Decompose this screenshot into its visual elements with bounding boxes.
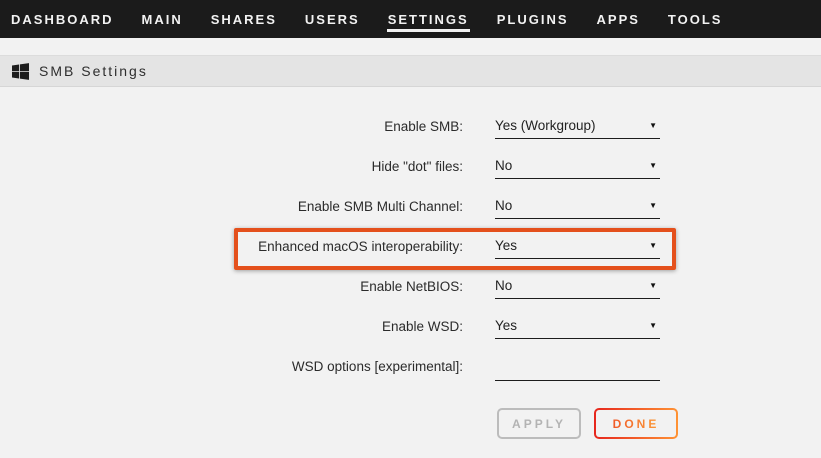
form-row-wsd-options: WSD options [experimental]: bbox=[0, 347, 821, 387]
form-row-enable-netbios: Enable NetBIOS: No ▼ bbox=[0, 267, 821, 307]
done-button-label: DONE bbox=[613, 417, 660, 431]
select-value: No bbox=[495, 278, 512, 293]
hide-dot-files-select[interactable]: No ▼ bbox=[495, 153, 660, 179]
form-row-enable-smb: Enable SMB: Yes (Workgroup) ▼ bbox=[0, 107, 821, 147]
nav-item-shares[interactable]: SHARES bbox=[210, 9, 278, 32]
apply-button[interactable]: APPLY bbox=[497, 408, 581, 439]
form-buttons: APPLY DONE bbox=[497, 408, 821, 439]
dropdown-arrow-icon: ▼ bbox=[649, 281, 657, 290]
field-label: Enable NetBIOS: bbox=[0, 267, 463, 307]
enable-smb-multi-channel-select[interactable]: No ▼ bbox=[495, 193, 660, 219]
form-row-hide-dot-files: Hide "dot" files: No ▼ bbox=[0, 147, 821, 187]
enable-netbios-select[interactable]: No ▼ bbox=[495, 273, 660, 299]
nav-item-apps[interactable]: APPS bbox=[596, 9, 641, 32]
nav-item-plugins[interactable]: PLUGINS bbox=[496, 9, 570, 32]
nav-item-dashboard[interactable]: DASHBOARD bbox=[10, 9, 115, 32]
form-row-smb-multi-channel: Enable SMB Multi Channel: No ▼ bbox=[0, 187, 821, 227]
dropdown-arrow-icon: ▼ bbox=[649, 201, 657, 210]
field-label: Enable SMB: bbox=[0, 107, 463, 147]
nav-item-main[interactable]: MAIN bbox=[141, 9, 184, 32]
select-value: Yes bbox=[495, 238, 517, 253]
dropdown-arrow-icon: ▼ bbox=[649, 161, 657, 170]
select-value: No bbox=[495, 158, 512, 173]
dropdown-arrow-icon: ▼ bbox=[649, 241, 657, 250]
field-label: Hide "dot" files: bbox=[0, 147, 463, 187]
form-row-enhanced-macos-interop: Enhanced macOS interoperability: Yes ▼ bbox=[0, 227, 821, 267]
dropdown-arrow-icon: ▼ bbox=[649, 121, 657, 130]
nav-item-settings[interactable]: SETTINGS bbox=[387, 9, 470, 32]
page-title-bar: SMB Settings bbox=[0, 55, 821, 87]
enhanced-macos-interoperability-select[interactable]: Yes ▼ bbox=[495, 233, 660, 259]
select-value: Yes bbox=[495, 318, 517, 333]
top-nav-bar: DASHBOARD MAIN SHARES USERS SETTINGS PLU… bbox=[0, 0, 821, 38]
field-label: Enable WSD: bbox=[0, 307, 463, 347]
smb-settings-form: Enable SMB: Yes (Workgroup) ▼ Hide "dot"… bbox=[0, 87, 821, 439]
page-title: SMB Settings bbox=[39, 63, 148, 79]
form-row-enable-wsd: Enable WSD: Yes ▼ bbox=[0, 307, 821, 347]
nav-item-tools[interactable]: TOOLS bbox=[667, 9, 724, 32]
windows-icon bbox=[12, 63, 29, 80]
enable-wsd-select[interactable]: Yes ▼ bbox=[495, 313, 660, 339]
select-value: Yes (Workgroup) bbox=[495, 118, 596, 133]
field-label: Enhanced macOS interoperability: bbox=[0, 227, 463, 267]
enable-smb-select[interactable]: Yes (Workgroup) ▼ bbox=[495, 113, 660, 139]
field-label: Enable SMB Multi Channel: bbox=[0, 187, 463, 227]
wsd-options-input[interactable] bbox=[495, 355, 660, 381]
field-label: WSD options [experimental]: bbox=[0, 347, 463, 387]
done-button[interactable]: DONE bbox=[594, 408, 678, 439]
dropdown-arrow-icon: ▼ bbox=[649, 321, 657, 330]
nav-item-users[interactable]: USERS bbox=[304, 9, 361, 32]
select-value: No bbox=[495, 198, 512, 213]
